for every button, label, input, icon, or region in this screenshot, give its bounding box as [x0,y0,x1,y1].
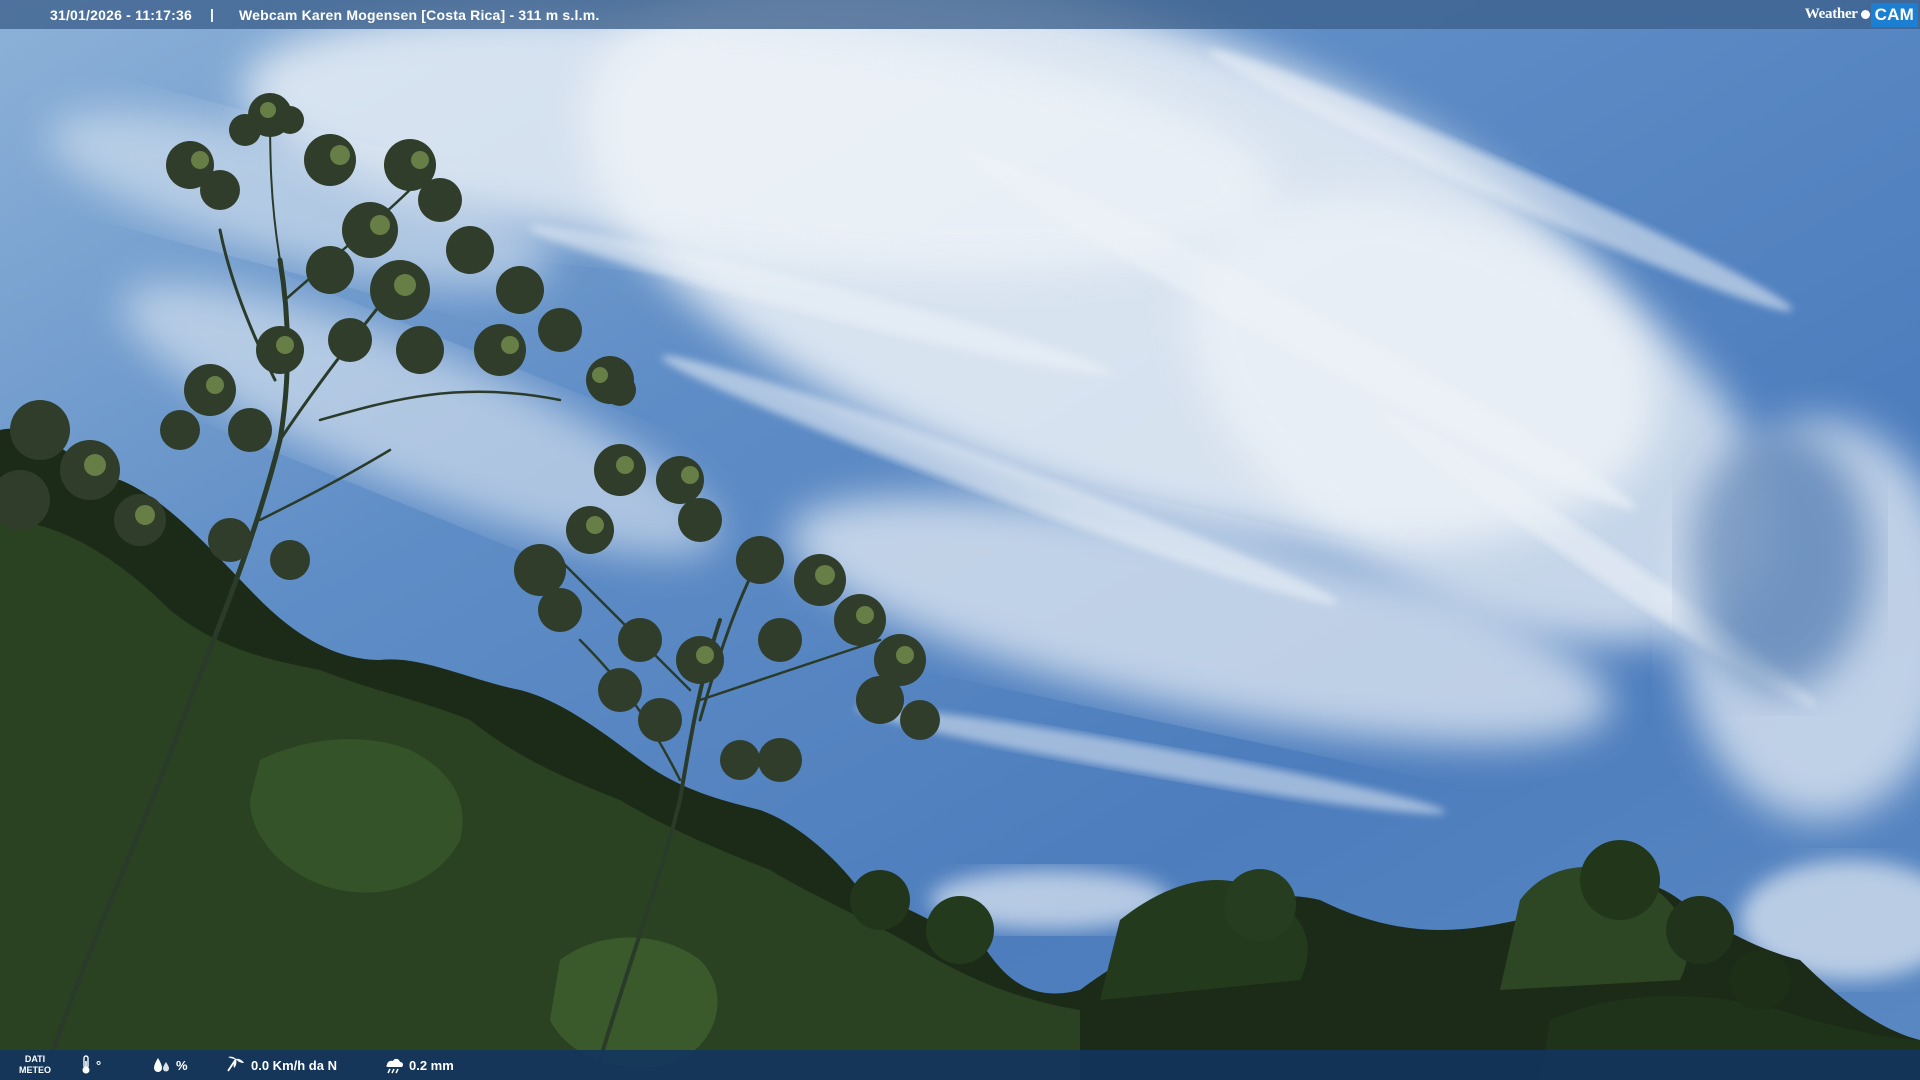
camera-title: Webcam Karen Mogensen [Costa Rica] - 311… [239,7,600,23]
weather-data-bar: DATI METEO ° % 0.0 Km/h da N 0.2 mm [0,1050,1920,1080]
wind-reading: 0.0 Km/h da N [225,1055,337,1075]
thermometer-icon [82,1055,90,1074]
sky-patch [1690,430,1870,690]
wind-value: 0.0 Km/h da N [251,1057,337,1073]
logo-cam-text: CAM [1870,2,1918,27]
weathercam-logo: Weather CAM [1802,2,1918,27]
rain-value: 0.2 mm [409,1057,454,1073]
logo-dot-icon [1860,10,1870,19]
rain-reading: 0.2 mm [383,1055,454,1075]
humidity-value: % [176,1057,188,1073]
weather-data-label: DATI METEO [19,1054,52,1075]
timestamp: 31/01/2026 - 11:17:36 [50,7,192,23]
rain-cloud-icon [386,1058,404,1074]
camera-info-bar: 31/01/2026 - 11:17:36 | Webcam Karen Mog… [0,0,1920,29]
webcam-frame: 31/01/2026 - 11:17:36 | Webcam Karen Mog… [0,0,1920,1080]
logo-weather-text: Weather [1804,6,1858,22]
wind-icon [227,1056,244,1072]
temperature-reading: ° [80,1055,101,1075]
humidity-drops-icon [154,1058,169,1072]
humidity-reading: % [152,1055,188,1075]
webcam-scene [0,0,1920,1080]
temperature-value: ° [96,1057,102,1073]
title-separator: | [210,6,215,22]
